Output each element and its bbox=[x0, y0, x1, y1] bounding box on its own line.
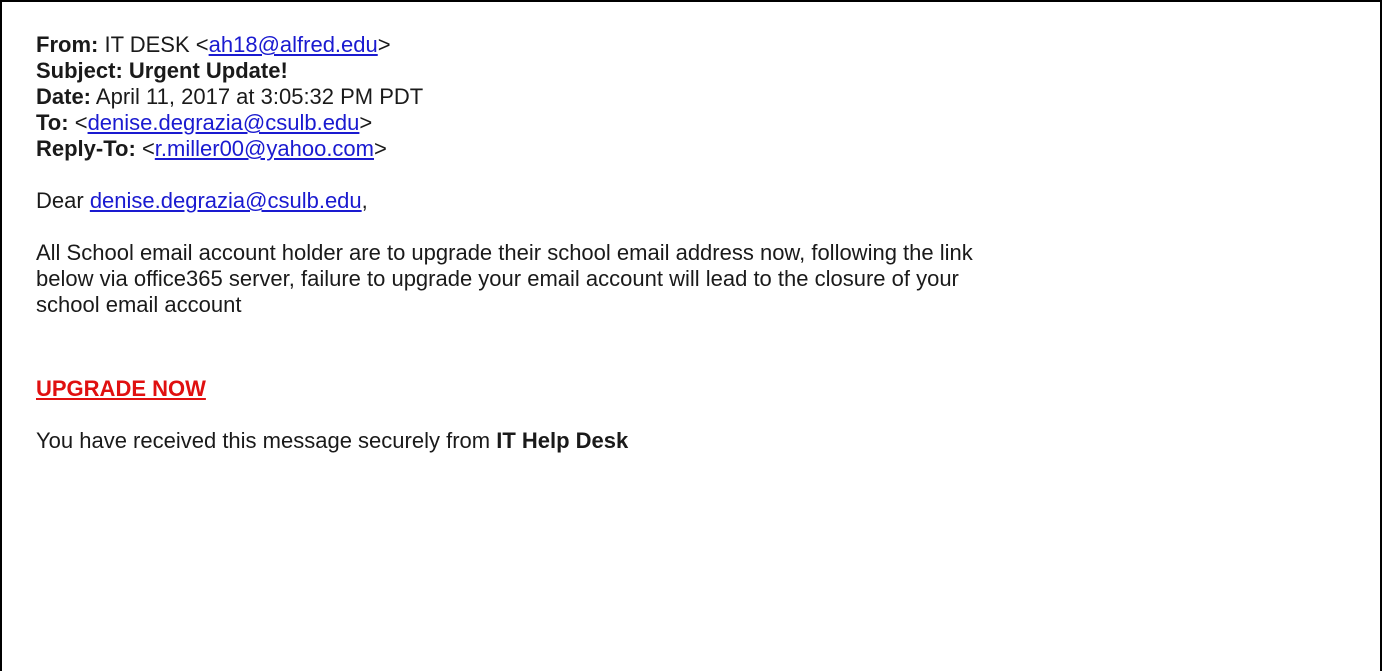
to-header: To: <denise.degrazia@csulb.edu> bbox=[36, 110, 1360, 136]
from-open-bracket: < bbox=[195, 32, 209, 57]
footer-message: You have received this message securely … bbox=[36, 428, 1360, 454]
from-header: From: IT DESK <ah18@alfred.edu> bbox=[36, 32, 1360, 58]
message-paragraph: All School email account holder are to u… bbox=[36, 240, 1296, 318]
to-close-bracket: > bbox=[359, 110, 373, 135]
from-label: From: bbox=[36, 32, 99, 57]
paragraph-line-2: below via office365 server, failure to u… bbox=[36, 266, 959, 291]
reply-to-header: Reply-To: <r.miller00@yahoo.com> bbox=[36, 136, 1360, 162]
greeting-prefix: Dear bbox=[36, 188, 84, 213]
from-name: IT DESK bbox=[104, 32, 190, 57]
date-value: April 11, 2017 at 3:05:32 PM PDT bbox=[95, 84, 424, 109]
upgrade-now-section: UPGRADE NOW bbox=[36, 376, 1360, 402]
subject-label: Subject: bbox=[36, 58, 123, 83]
date-header: Date: April 11, 2017 at 3:05:32 PM PDT bbox=[36, 84, 1360, 110]
subject-header: Subject: Urgent Update! bbox=[36, 58, 1360, 84]
greeting: Dear denise.degrazia@csulb.edu, bbox=[36, 188, 1360, 214]
paragraph-line-1: All School email account holder are to u… bbox=[36, 240, 973, 265]
reply-to-label: Reply-To: bbox=[36, 136, 136, 161]
subject-value: Urgent Update! bbox=[128, 58, 288, 83]
reply-to-close-bracket: > bbox=[374, 136, 387, 161]
from-close-bracket: > bbox=[377, 32, 391, 57]
footer-prefix: You have received this message securely … bbox=[36, 428, 491, 453]
paragraph-line-3: school email account bbox=[36, 292, 242, 317]
to-label: To: bbox=[36, 110, 69, 135]
reply-to-email-link[interactable]: r.miller00@yahoo.com bbox=[155, 136, 374, 161]
reply-to-open-bracket: < bbox=[141, 136, 155, 161]
footer-sender: IT Help Desk bbox=[496, 428, 629, 453]
greeting-suffix: , bbox=[361, 188, 368, 213]
greeting-email-link[interactable]: denise.degrazia@csulb.edu bbox=[90, 188, 362, 213]
upgrade-now-link[interactable]: UPGRADE NOW bbox=[36, 376, 206, 401]
email-frame: From: IT DESK <ah18@alfred.edu> Subject:… bbox=[0, 0, 1382, 671]
from-email-link[interactable]: ah18@alfred.edu bbox=[209, 32, 378, 57]
email-content: From: IT DESK <ah18@alfred.edu> Subject:… bbox=[36, 32, 1360, 454]
to-email-link[interactable]: denise.degrazia@csulb.edu bbox=[88, 110, 360, 135]
date-label: Date: bbox=[36, 84, 92, 109]
to-open-bracket: < bbox=[74, 110, 88, 135]
